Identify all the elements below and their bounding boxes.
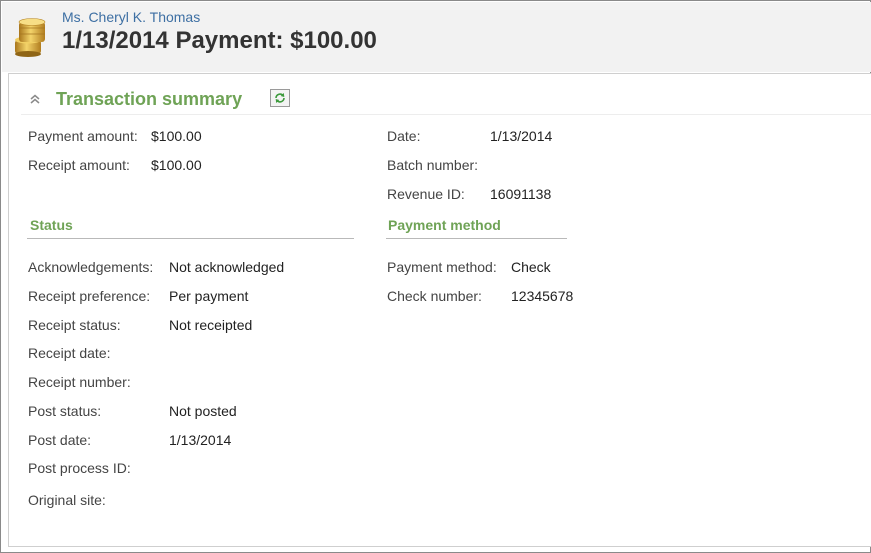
post-date-value: 1/13/2014 [169,432,232,448]
coins-icon [15,18,46,57]
payment-method-group-title: Payment method [388,217,501,233]
acknowledgements-value: Not acknowledged [169,259,285,275]
check-number-value: 12345678 [511,288,574,304]
receipt-amount-label: Receipt amount: [28,157,130,173]
receipt-status-label: Receipt status: [28,317,121,333]
date-value: 1/13/2014 [490,128,553,144]
page-frame: Ms. Cheryl K. Thomas 1/13/2014 Payment: … [0,0,871,553]
chevron-double-up-icon[interactable] [29,93,41,105]
revenue-id-label: Revenue ID: [387,186,465,202]
receipt-amount-value: $100.00 [151,157,202,173]
receipt-number-label: Receipt number: [28,374,131,390]
transaction-summary-header: Transaction summary [21,84,871,115]
post-status-label: Post status: [28,403,102,419]
original-site-label: Original site: [28,492,106,508]
post-process-id-label: Post process ID: [28,460,131,476]
payment-amount-label: Payment amount: [28,128,138,144]
receipt-status-value: Not receipted [169,317,253,333]
acknowledgements-label: Acknowledgements: [28,259,154,275]
receipt-preference-label: Receipt preference: [28,288,151,304]
payment-amount-value: $100.00 [151,128,202,144]
receipt-preference-value: Per payment [169,288,249,304]
status-divider [27,238,354,239]
payment-method-label: Payment method: [387,259,497,275]
status-group-title: Status [30,217,73,233]
page-header: Ms. Cheryl K. Thomas 1/13/2014 Payment: … [2,2,871,72]
post-date-label: Post date: [28,432,92,448]
refresh-icon[interactable] [270,89,290,107]
post-status-value: Not posted [169,403,237,419]
payment-method-value: Check [511,259,551,275]
batch-number-label: Batch number: [387,157,479,173]
date-label: Date: [387,128,421,144]
check-number-label: Check number: [387,288,482,304]
receipt-date-label: Receipt date: [28,345,111,361]
transaction-summary-panel: Transaction summary Payment amount: $100… [8,73,871,547]
page-title: 1/13/2014 Payment: $100.00 [62,27,377,54]
transaction-summary-title: Transaction summary [56,89,243,109]
payment-method-divider [386,238,567,239]
constituent-link[interactable]: Ms. Cheryl K. Thomas [62,9,200,25]
revenue-id-value: 16091138 [490,186,552,202]
